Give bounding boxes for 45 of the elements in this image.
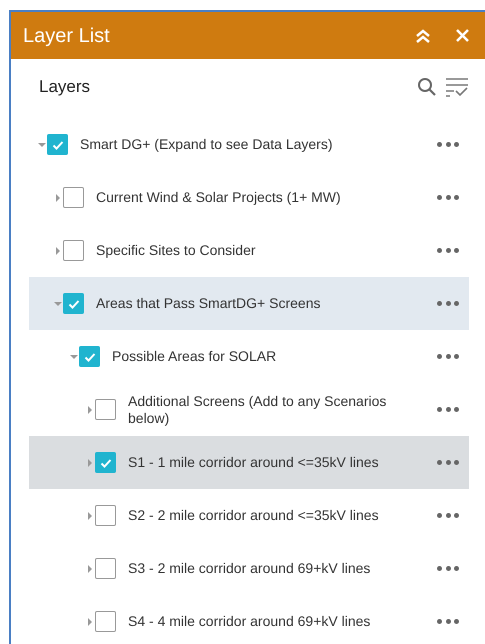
panel-heading: Layers <box>39 76 92 98</box>
more-options-icon[interactable] <box>437 248 459 254</box>
layer-label: S1 - 1 mile corridor around <=35kV lines <box>128 454 380 471</box>
layer-label: S2 - 2 mile corridor around <=35kV lines <box>128 507 380 524</box>
layer-label: S4 - 4 mile corridor around 69+kV lines <box>128 613 372 630</box>
layer-label: Additional Screens (Add to any Scenarios below) <box>128 392 388 426</box>
caret-right-icon[interactable] <box>85 616 95 626</box>
more-options-icon[interactable] <box>437 194 459 200</box>
more-options-icon[interactable] <box>437 618 459 624</box>
more-options-icon[interactable] <box>437 512 459 518</box>
checkbox[interactable] <box>63 187 84 208</box>
filter-list-icon[interactable] <box>445 76 469 98</box>
checkbox[interactable] <box>95 611 116 632</box>
close-icon[interactable] <box>456 29 469 42</box>
layer-label: Smart DG+ (Expand to see Data Layers) <box>80 136 334 153</box>
layer-label: Areas that Pass SmartDG+ Screens <box>96 295 322 312</box>
more-options-icon[interactable] <box>437 460 459 466</box>
layer-label: Possible Areas for SOLAR <box>112 348 278 365</box>
caret-right-icon[interactable] <box>53 246 63 256</box>
checkbox[interactable] <box>79 346 100 367</box>
window-title: Layer List <box>23 24 111 48</box>
checkbox[interactable] <box>47 134 68 155</box>
checkbox[interactable] <box>95 505 116 526</box>
caret-right-icon[interactable] <box>85 458 95 468</box>
caret-right-icon[interactable] <box>85 564 95 574</box>
more-options-icon[interactable] <box>437 142 459 148</box>
caret-right-icon[interactable] <box>53 192 63 202</box>
more-options-icon[interactable] <box>437 300 459 306</box>
layer-label: Current Wind & Solar Projects (1+ MW) <box>96 189 342 206</box>
checkbox[interactable] <box>95 558 116 579</box>
layer-label: Specific Sites to Consider <box>96 242 257 259</box>
checkbox[interactable] <box>95 399 116 420</box>
collapse-icon[interactable] <box>414 28 432 44</box>
checkbox[interactable] <box>63 293 84 314</box>
layer-label: S3 - 2 mile corridor around 69+kV lines <box>128 560 372 577</box>
more-options-icon[interactable] <box>437 566 459 572</box>
layer-row[interactable]: Areas that Pass SmartDG+ Screens <box>29 277 469 330</box>
layer-row[interactable]: S1 - 1 mile corridor around <=35kV lines <box>29 436 469 489</box>
more-options-icon[interactable] <box>437 354 459 360</box>
checkbox[interactable] <box>63 240 84 261</box>
more-options-icon[interactable] <box>437 406 459 412</box>
caret-right-icon[interactable] <box>85 510 95 520</box>
caret-right-icon[interactable] <box>85 404 95 414</box>
checkbox[interactable] <box>95 452 116 473</box>
search-icon[interactable] <box>417 77 437 97</box>
